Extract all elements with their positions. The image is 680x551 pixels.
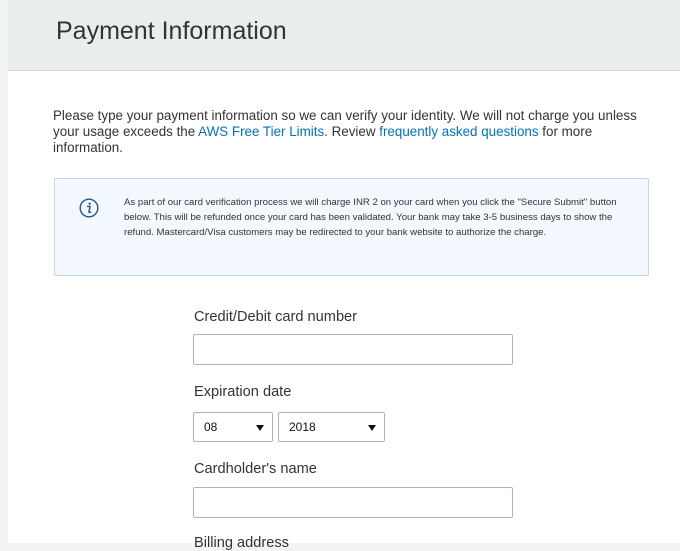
expiration-month-value: 08	[204, 420, 218, 434]
expiration-month-select[interactable]: 08	[193, 412, 273, 442]
expiration-date-label: Expiration date	[194, 384, 292, 400]
intro-text-middle: . Review	[324, 124, 380, 139]
chevron-down-icon	[368, 425, 376, 431]
card-number-label: Credit/Debit card number	[194, 309, 358, 325]
card-verification-notice: As part of our card verification process…	[54, 178, 649, 276]
info-icon	[79, 198, 99, 218]
panel-header: Payment Information	[8, 0, 680, 71]
page-title: Payment Information	[56, 17, 287, 45]
notice-text: As part of our card verification process…	[124, 197, 617, 238]
cardholder-name-label: Cardholder's name	[194, 461, 317, 477]
payment-panel: Payment Information Please type your pay…	[8, 0, 680, 551]
billing-address-label: Billing address	[194, 535, 289, 551]
intro-paragraph: Please type your payment information so …	[53, 108, 663, 156]
expiration-year-value: 2018	[289, 420, 316, 434]
card-number-input[interactable]	[193, 334, 513, 365]
free-tier-limits-link[interactable]: AWS Free Tier Limits	[198, 124, 324, 139]
expiration-year-select[interactable]: 2018	[278, 412, 385, 442]
page-left-margin	[0, 0, 8, 543]
faq-link[interactable]: frequently asked questions	[379, 124, 538, 139]
cardholder-name-input[interactable]	[193, 487, 513, 518]
chevron-down-icon	[256, 425, 264, 431]
